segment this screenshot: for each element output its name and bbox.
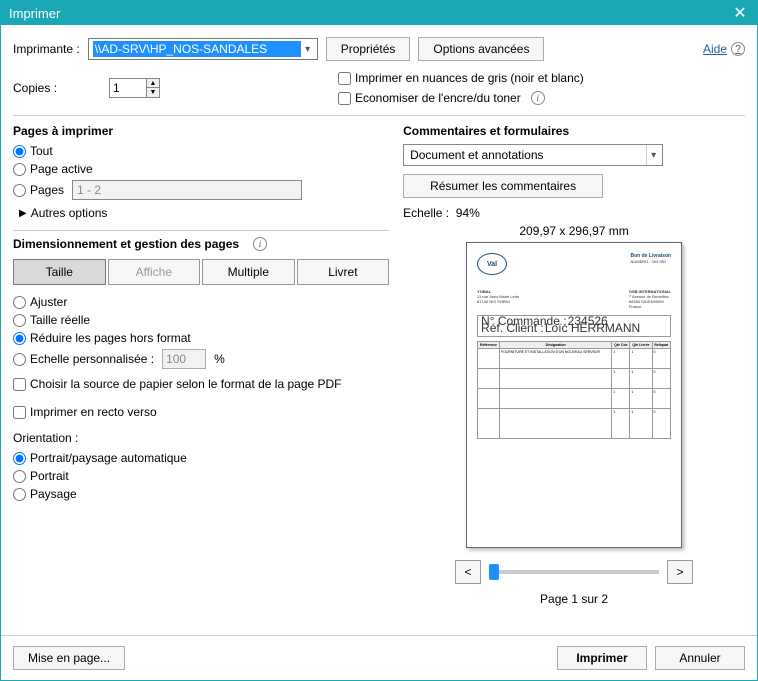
sizing-title: Dimensionnement et gestion des pages <box>13 237 239 251</box>
copies-input[interactable] <box>109 78 147 98</box>
radio-actual[interactable]: Taille réelle <box>13 313 389 327</box>
page-preview: Val Bon de Livraison NUMERO : 004 951 YO… <box>466 242 682 548</box>
printer-select[interactable]: \\AD-SRV\HP_NOS-SANDALES ▾ <box>88 38 318 60</box>
more-options-toggle[interactable]: ▶ Autres options <box>19 206 389 220</box>
printer-selected: \\AD-SRV\HP_NOS-SANDALES <box>93 41 301 57</box>
save-ink-checkbox[interactable]: Economiser de l'encre/du toner i <box>338 91 584 105</box>
copies-label: Copies : <box>13 81 101 95</box>
page-indicator: Page 1 sur 2 <box>403 592 745 606</box>
page-slider[interactable] <box>489 570 659 574</box>
custom-scale-input <box>162 349 206 369</box>
chevron-down-icon: ▾ <box>301 44 315 55</box>
logo-icon: Val <box>477 253 507 275</box>
page-setup-button[interactable]: Mise en page... <box>13 646 125 670</box>
radio-fit[interactable]: Ajuster <box>13 295 389 309</box>
paper-source-checkbox[interactable]: Choisir la source de papier selon le for… <box>13 377 389 391</box>
help-link[interactable]: Aide ? <box>703 42 745 56</box>
close-button[interactable]: ✕ <box>731 4 749 22</box>
copies-spinner[interactable]: ▲ ▼ <box>109 78 160 98</box>
next-page-button[interactable]: > <box>667 560 693 584</box>
properties-button[interactable]: Propriétés <box>326 37 411 61</box>
duplex-checkbox[interactable]: Imprimer en recto verso <box>13 405 389 419</box>
spinner-up[interactable]: ▲ <box>147 79 159 88</box>
radio-orient-portrait[interactable]: Portrait <box>13 469 389 483</box>
radio-orient-auto[interactable]: Portrait/paysage automatique <box>13 451 389 465</box>
triangle-right-icon: ▶ <box>19 208 27 219</box>
orientation-label: Orientation : <box>13 431 389 445</box>
spinner-down[interactable]: ▼ <box>147 88 159 97</box>
scale-label: Echelle : <box>403 206 449 220</box>
radio-active[interactable]: Page active <box>13 162 389 176</box>
advanced-options-button[interactable]: Options avancées <box>418 37 544 61</box>
info-icon: i <box>253 237 267 251</box>
radio-custom-scale[interactable]: Echelle personnalisée : % <box>13 349 389 369</box>
prev-page-button[interactable]: < <box>455 560 481 584</box>
slider-thumb[interactable] <box>489 564 499 580</box>
tab-poster[interactable]: Affiche <box>108 259 201 285</box>
print-button[interactable]: Imprimer <box>557 646 647 670</box>
radio-orient-landscape[interactable]: Paysage <box>13 487 389 501</box>
summarize-comments-button[interactable]: Résumer les commentaires <box>403 174 603 198</box>
window-title: Imprimer <box>9 6 60 21</box>
comments-select[interactable]: Document et annotations ▾ <box>403 144 663 166</box>
comments-title: Commentaires et formulaires <box>403 124 745 138</box>
chevron-down-icon: ▾ <box>646 145 660 165</box>
tab-multiple[interactable]: Multiple <box>202 259 295 285</box>
printer-label: Imprimante : <box>13 42 80 56</box>
dimensions-label: 209,97 x 296,97 mm <box>403 224 745 238</box>
grayscale-checkbox[interactable]: Imprimer en nuances de gris (noir et bla… <box>338 71 584 85</box>
preview-table: Référence Désignation Qté Cde Qté Livrée… <box>477 341 671 439</box>
radio-all[interactable]: Tout <box>13 144 389 158</box>
tab-booklet[interactable]: Livret <box>297 259 390 285</box>
page-range-input <box>72 180 302 200</box>
tab-size[interactable]: Taille <box>13 259 106 285</box>
scale-value: 94% <box>456 206 480 220</box>
radio-shrink[interactable]: Réduire les pages hors format <box>13 331 389 345</box>
help-icon: ? <box>731 42 745 56</box>
info-icon: i <box>531 91 545 105</box>
pages-to-print-title: Pages à imprimer <box>13 124 389 138</box>
radio-pages[interactable]: Pages <box>13 180 389 200</box>
cancel-button[interactable]: Annuler <box>655 646 745 670</box>
